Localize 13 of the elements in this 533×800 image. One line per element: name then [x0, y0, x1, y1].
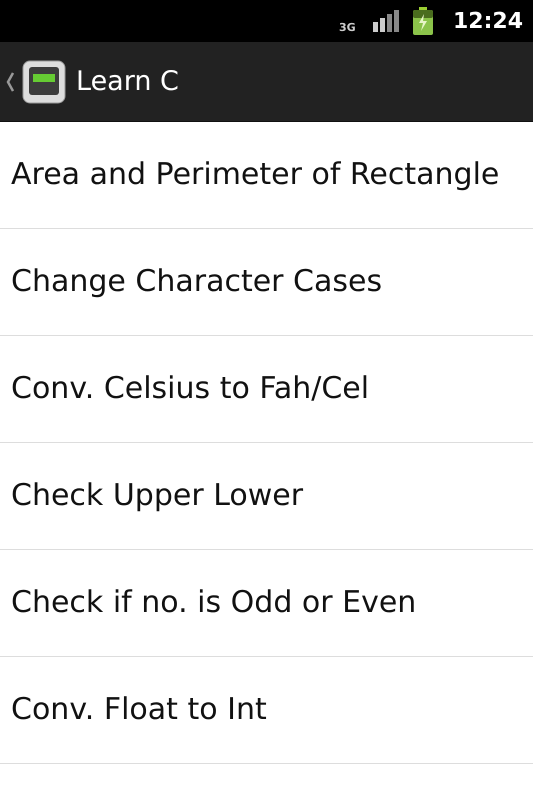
list-item[interactable]: Conv. Celsius to Fah/Cel	[0, 336, 533, 443]
screen-title: Learn C	[76, 66, 179, 97]
signal-icon	[372, 10, 399, 32]
battery-charging-icon	[412, 7, 433, 35]
clock-time: 12:24	[452, 8, 523, 34]
list-item[interactable]: Conv. Float to Int	[0, 657, 533, 764]
list-item[interactable]: Check Upper Lower	[0, 443, 533, 550]
network-type-label: 3G	[338, 22, 357, 32]
app-logo-icon	[22, 60, 66, 104]
list-item[interactable]: Change Character Cases	[0, 229, 533, 336]
list-item[interactable]: Area and Perimeter of Rectangle	[0, 122, 533, 229]
list-item[interactable]: Check if no. is Odd or Even	[0, 550, 533, 657]
chevron-icon	[6, 72, 14, 92]
